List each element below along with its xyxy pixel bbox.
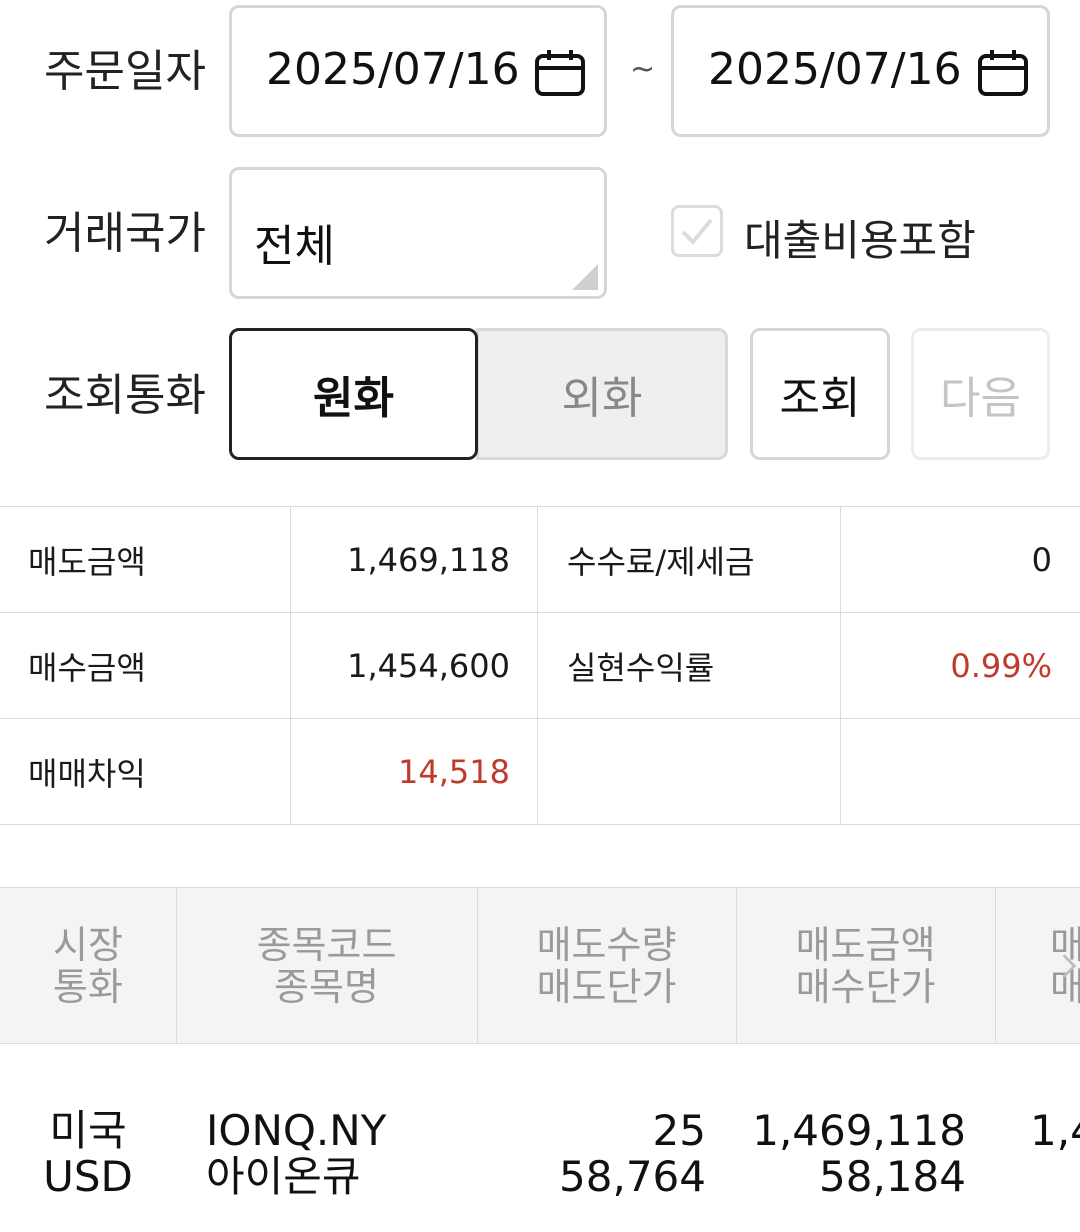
fee-tax-label: 수수료/제세금 bbox=[567, 542, 755, 581]
header-line: 종목명 bbox=[274, 964, 379, 1009]
summary-row: 매도금액 1,469,118 수수료/제세금 0 bbox=[0, 507, 1080, 613]
sell-amount: 1,469,118 bbox=[752, 1106, 966, 1155]
chevron-right-icon[interactable] bbox=[1060, 952, 1078, 980]
realized-return-label: 실현수익률 bbox=[567, 648, 715, 687]
header-sell-amount-buy-price: 매도금액 매수단가 bbox=[736, 888, 995, 1043]
stock-name: 아이온큐 bbox=[206, 1152, 361, 1201]
currency-foreign-button[interactable]: 외화 bbox=[476, 328, 728, 460]
header-market-currency: 시장 통화 bbox=[0, 888, 176, 1043]
divider bbox=[537, 506, 538, 824]
header-line: 통화 bbox=[53, 964, 123, 1009]
market-cell: 미국 USD bbox=[0, 1108, 176, 1200]
stock-code: IONQ.NY bbox=[206, 1106, 387, 1155]
search-button[interactable]: 조회 bbox=[750, 328, 890, 460]
loan-cost-checkbox[interactable] bbox=[671, 205, 723, 257]
code-name-cell: IONQ.NY 아이온큐 bbox=[206, 1108, 386, 1200]
trade-table-header: 시장 통화 종목코드 종목명 매도수량 매도단가 매도금액 매수단가 매 매 bbox=[0, 887, 1080, 1044]
divider bbox=[290, 506, 291, 824]
realized-return-value: 0.99% bbox=[950, 646, 1052, 685]
dropdown-corner-icon bbox=[572, 264, 598, 290]
next-button[interactable]: 다음 bbox=[911, 328, 1050, 460]
header-line: 매도단가 bbox=[536, 964, 677, 1009]
divider bbox=[840, 506, 841, 824]
next-col-value: 1,4 bbox=[1030, 1108, 1080, 1154]
country-select[interactable]: 전체 bbox=[229, 167, 607, 299]
header-sell-qty-price: 매도수량 매도단가 bbox=[477, 888, 736, 1043]
calendar-icon[interactable] bbox=[977, 48, 1029, 98]
calendar-icon[interactable] bbox=[534, 48, 586, 98]
sell-qty: 25 bbox=[652, 1106, 706, 1155]
date-from-field[interactable]: 2025/07/16 bbox=[229, 5, 607, 137]
date-from-value: 2025/07/16 bbox=[266, 44, 520, 95]
date-to-value: 2025/07/16 bbox=[708, 44, 962, 95]
country-label: 거래국가 bbox=[44, 208, 206, 259]
header-line: 종목코드 bbox=[256, 922, 397, 967]
trade-profit-value: 14,518 bbox=[398, 752, 510, 791]
summary-table: 매도금액 1,469,118 수수료/제세금 0 매수금액 1,454,600 … bbox=[0, 506, 1080, 825]
trade-profit-label: 매매차익 bbox=[28, 754, 146, 793]
header-line: 매도금액 bbox=[795, 922, 936, 967]
loan-cost-label[interactable]: 대출비용포함 bbox=[744, 207, 976, 268]
buy-price: 58,184 bbox=[819, 1152, 966, 1201]
check-icon bbox=[681, 218, 713, 245]
header-line: 매수단가 bbox=[795, 964, 936, 1009]
sell-amount-buy-price-cell: 1,469,118 58,184 bbox=[740, 1108, 966, 1200]
date-to-field[interactable]: 2025/07/16 bbox=[671, 5, 1050, 137]
currency-label: 조회통화 bbox=[44, 370, 206, 421]
header-line: 매도수량 bbox=[536, 922, 677, 967]
currency-value: USD bbox=[43, 1152, 133, 1201]
buy-amount-label: 매수금액 bbox=[28, 648, 146, 687]
summary-row: 매수금액 1,454,600 실현수익률 0.99% bbox=[0, 613, 1080, 719]
fee-tax-value: 0 bbox=[1031, 540, 1052, 579]
sell-amount-value: 1,469,118 bbox=[347, 540, 510, 579]
market-value: 미국 bbox=[49, 1106, 127, 1155]
header-code-name: 종목코드 종목명 bbox=[176, 888, 477, 1043]
sell-amount-label: 매도금액 bbox=[28, 542, 146, 581]
buy-amount-value: 1,454,600 bbox=[347, 646, 510, 685]
header-line: 시장 bbox=[53, 922, 123, 967]
sell-qty-price-cell: 25 58,764 bbox=[500, 1108, 706, 1200]
summary-row: 매매차익 14,518 bbox=[0, 719, 1080, 825]
next-column-cell: 1,4 bbox=[1030, 1108, 1080, 1154]
currency-krw-button[interactable]: 원화 bbox=[229, 328, 478, 460]
divider bbox=[995, 888, 996, 1043]
sell-price: 58,764 bbox=[559, 1152, 706, 1201]
date-range-separator: ~ bbox=[630, 52, 656, 87]
order-date-label: 주문일자 bbox=[44, 46, 206, 97]
country-value: 전체 bbox=[254, 221, 335, 272]
